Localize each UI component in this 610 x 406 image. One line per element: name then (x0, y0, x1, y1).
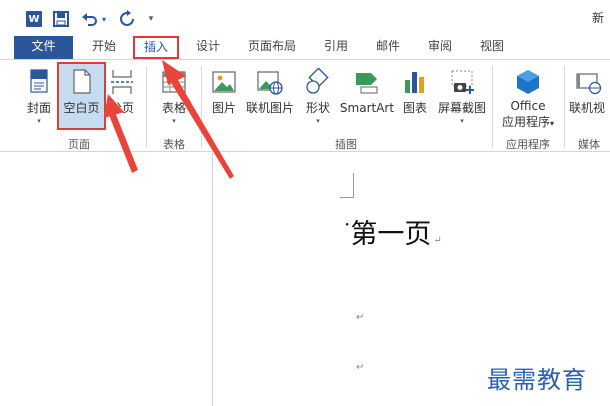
watermark: 最需教育 (487, 366, 587, 394)
picture-button[interactable]: 图片 (206, 64, 242, 130)
online-picture-button[interactable]: 联机图片 (244, 64, 296, 130)
shapes-icon (306, 68, 329, 94)
media-group-label: 媒体 (578, 138, 600, 151)
chart-label: 图表 (402, 101, 427, 115)
pages-group-label: 页面 (68, 138, 90, 151)
screenshot-button[interactable]: 屏幕截图 ▾ (435, 64, 489, 130)
shapes-dropdown-icon: ▾ (316, 117, 320, 125)
smartart-label: SmartArt (339, 101, 395, 115)
page-break-label: 分页 (109, 101, 134, 115)
screenshot-icon (451, 70, 474, 94)
group-separator (564, 66, 565, 148)
online-video-label: 联机视 (569, 101, 606, 115)
tab-references[interactable]: 引用 (316, 36, 356, 59)
online-video-button[interactable]: 联机视 (568, 64, 610, 130)
tab-file[interactable]: 文件 (14, 36, 73, 59)
online-picture-label: 联机图片 (245, 101, 294, 115)
margin-corner-mark (353, 173, 354, 197)
heading-text: 第一页 (350, 219, 432, 250)
office-apps-label-text: 应用程序 (501, 115, 550, 129)
office-apps-label: Office (510, 99, 546, 113)
page-break-icon (111, 70, 133, 94)
screenshot-label: 屏幕截图 (437, 101, 486, 115)
table-label: 表格 (161, 101, 186, 115)
online-picture-icon (257, 71, 283, 95)
customize-toolbar-icon[interactable]: ▾ (146, 9, 156, 29)
title-bar: W ▾ ▾ 新 (0, 0, 610, 36)
table-icon (162, 71, 186, 93)
picture-label: 图片 (211, 101, 236, 115)
cover-page-label: 封面 (26, 101, 51, 115)
margin-corner-mark (340, 197, 354, 198)
shapes-button[interactable]: 形状 ▾ (299, 64, 337, 130)
undo-icon-glyph (82, 13, 97, 26)
blank-page-icon (72, 69, 91, 94)
chart-button[interactable]: 图表 (398, 64, 432, 130)
undo-dropdown-icon[interactable]: ▾ (100, 9, 108, 29)
redo-icon-glyph (120, 10, 134, 26)
tables-group-label: 表格 (163, 138, 185, 151)
tab-page-layout[interactable]: 页面布局 (240, 36, 304, 59)
paragraph-mark: ↵ (356, 312, 365, 323)
office-apps-button[interactable]: Office 应用程序▾ (496, 64, 560, 130)
tab-home[interactable]: 开始 (84, 36, 124, 59)
smartart-button[interactable]: SmartArt (339, 64, 395, 130)
navigation-pane (14, 153, 213, 406)
chart-icon (405, 72, 424, 93)
blank-page-button[interactable]: 空白页 (57, 62, 106, 130)
cover-page-button[interactable]: 封面 ▾ (22, 64, 56, 130)
office-apps-dropdown-icon: ▾ (550, 119, 555, 128)
paragraph-mark: ↵ (356, 362, 365, 373)
document-heading[interactable]: ·第一页 ↵ (344, 212, 442, 251)
table-dropdown-icon: ▾ (172, 117, 176, 125)
save-icon[interactable] (53, 11, 69, 27)
picture-icon (212, 71, 236, 93)
group-separator (492, 66, 493, 148)
undo-icon[interactable] (80, 9, 98, 29)
tab-mailings[interactable]: 邮件 (368, 36, 408, 59)
save-icon-glyph (53, 11, 69, 27)
shapes-label: 形状 (305, 101, 330, 115)
ribbon-tab-bar: 文件 开始 插入 设计 页面布局 引用 邮件 审阅 视图 (0, 36, 610, 59)
tab-insert[interactable]: 插入 (133, 36, 179, 59)
paragraph-mark: ↵ (433, 235, 442, 246)
smartart-icon (356, 73, 378, 94)
cover-page-icon (30, 69, 48, 93)
office-store-icon (517, 70, 539, 94)
document-title: 新 (592, 11, 605, 25)
apps-group-label: 应用程序 (506, 138, 550, 151)
blank-page-label: 空白页 (63, 101, 100, 115)
tab-view[interactable]: 视图 (472, 36, 512, 59)
tab-review[interactable]: 审阅 (420, 36, 460, 59)
group-separator (146, 66, 147, 148)
office-apps-label-line2: 应用程序▾ (496, 115, 560, 131)
ribbon-panel: 封面 ▾ 空白页 分页 页面 表格 ▾ 表格 图片 联机图片 形状 ▾ Smar… (0, 59, 610, 152)
online-video-icon (576, 73, 602, 95)
word-logo-icon: W (26, 11, 42, 27)
tab-design[interactable]: 设计 (188, 36, 228, 59)
redo-icon[interactable] (118, 9, 136, 29)
illustrations-group-label: 插图 (335, 138, 357, 151)
screenshot-dropdown-icon: ▾ (460, 117, 464, 125)
table-button[interactable]: 表格 ▾ (154, 64, 194, 130)
cover-page-dropdown-icon: ▾ (37, 117, 41, 125)
page-break-button[interactable]: 分页 (108, 64, 136, 130)
